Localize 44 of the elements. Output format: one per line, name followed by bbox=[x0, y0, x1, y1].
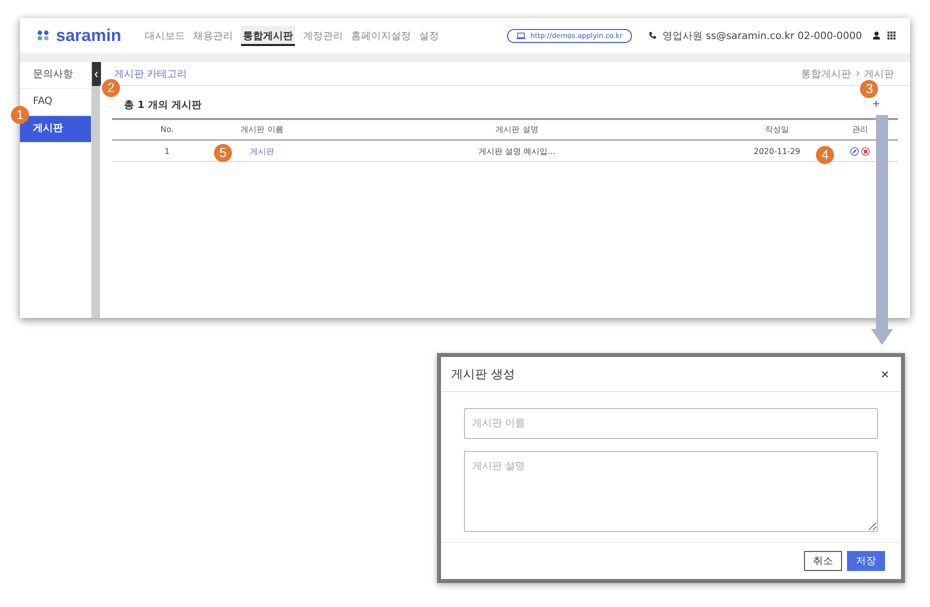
cancel-button[interactable]: 취소 bbox=[804, 551, 842, 571]
nav-tab[interactable]: 계정관리 bbox=[303, 26, 344, 46]
add-button[interactable]: + bbox=[870, 96, 882, 110]
chevron-left-icon bbox=[94, 70, 99, 78]
breadcrumb-link[interactable]: 게시판 bbox=[864, 66, 894, 80]
table-cell-text: 1 bbox=[163, 146, 171, 156]
column-header: 관리 bbox=[851, 124, 869, 135]
page-title: 게시판 카테고리 bbox=[114, 68, 188, 80]
logo-dots-icon bbox=[37, 30, 50, 41]
collapse-button[interactable] bbox=[92, 62, 101, 86]
column-header: No. bbox=[159, 125, 175, 134]
callout-number: 3 bbox=[860, 80, 878, 98]
nav-tab[interactable]: 홈페이지설정 bbox=[351, 26, 412, 46]
edit-icon[interactable] bbox=[850, 146, 859, 156]
sidebar-item[interactable]: 문의사항 bbox=[20, 62, 91, 89]
laptop-icon bbox=[516, 32, 526, 40]
callout-number: 4 bbox=[816, 146, 834, 164]
table-cell-text: 2020-11-29 bbox=[752, 146, 802, 156]
nav-tab[interactable]: 채용관리 bbox=[193, 26, 234, 46]
board-name-field[interactable]: 게시판 이름 bbox=[464, 408, 878, 439]
chevron-right-icon bbox=[855, 70, 860, 77]
callout-number: 5 bbox=[214, 144, 232, 162]
close-button[interactable]: × bbox=[880, 366, 889, 382]
delete-icon[interactable] bbox=[861, 146, 870, 156]
save-button[interactable]: 저장 bbox=[847, 551, 885, 571]
column-header: 게시판 이름 bbox=[240, 124, 284, 135]
column-header: 게시판 설명 bbox=[494, 124, 540, 135]
board-name-link[interactable]: 게시판 bbox=[250, 146, 274, 156]
nav-tab[interactable]: 설정 bbox=[419, 26, 440, 46]
board-count: 총 1 개의 게시판 bbox=[124, 100, 202, 110]
board-description-field[interactable]: 게시판 설명 bbox=[464, 451, 878, 532]
contact-text: 영업사원 ss@saramin.co.kr 02-000-0000 bbox=[662, 30, 862, 42]
callout-number: 2 bbox=[102, 78, 120, 96]
phone-icon bbox=[648, 31, 657, 40]
user-icon[interactable] bbox=[872, 31, 881, 40]
dialog-title: 게시판 생성 bbox=[451, 366, 515, 382]
nav-tab[interactable]: 통합게시판 bbox=[241, 26, 296, 46]
nav-tab[interactable]: 대시보드 bbox=[145, 26, 186, 46]
table-cell-text: 게시판 설명 예시입... bbox=[478, 146, 556, 156]
logo-text: saramin bbox=[56, 26, 122, 46]
breadcrumb-link[interactable]: 통합게시판 bbox=[801, 66, 851, 80]
grid-menu-icon[interactable] bbox=[887, 31, 896, 40]
column-header: 작성일 bbox=[764, 124, 790, 135]
callout-number: 1 bbox=[11, 106, 29, 124]
